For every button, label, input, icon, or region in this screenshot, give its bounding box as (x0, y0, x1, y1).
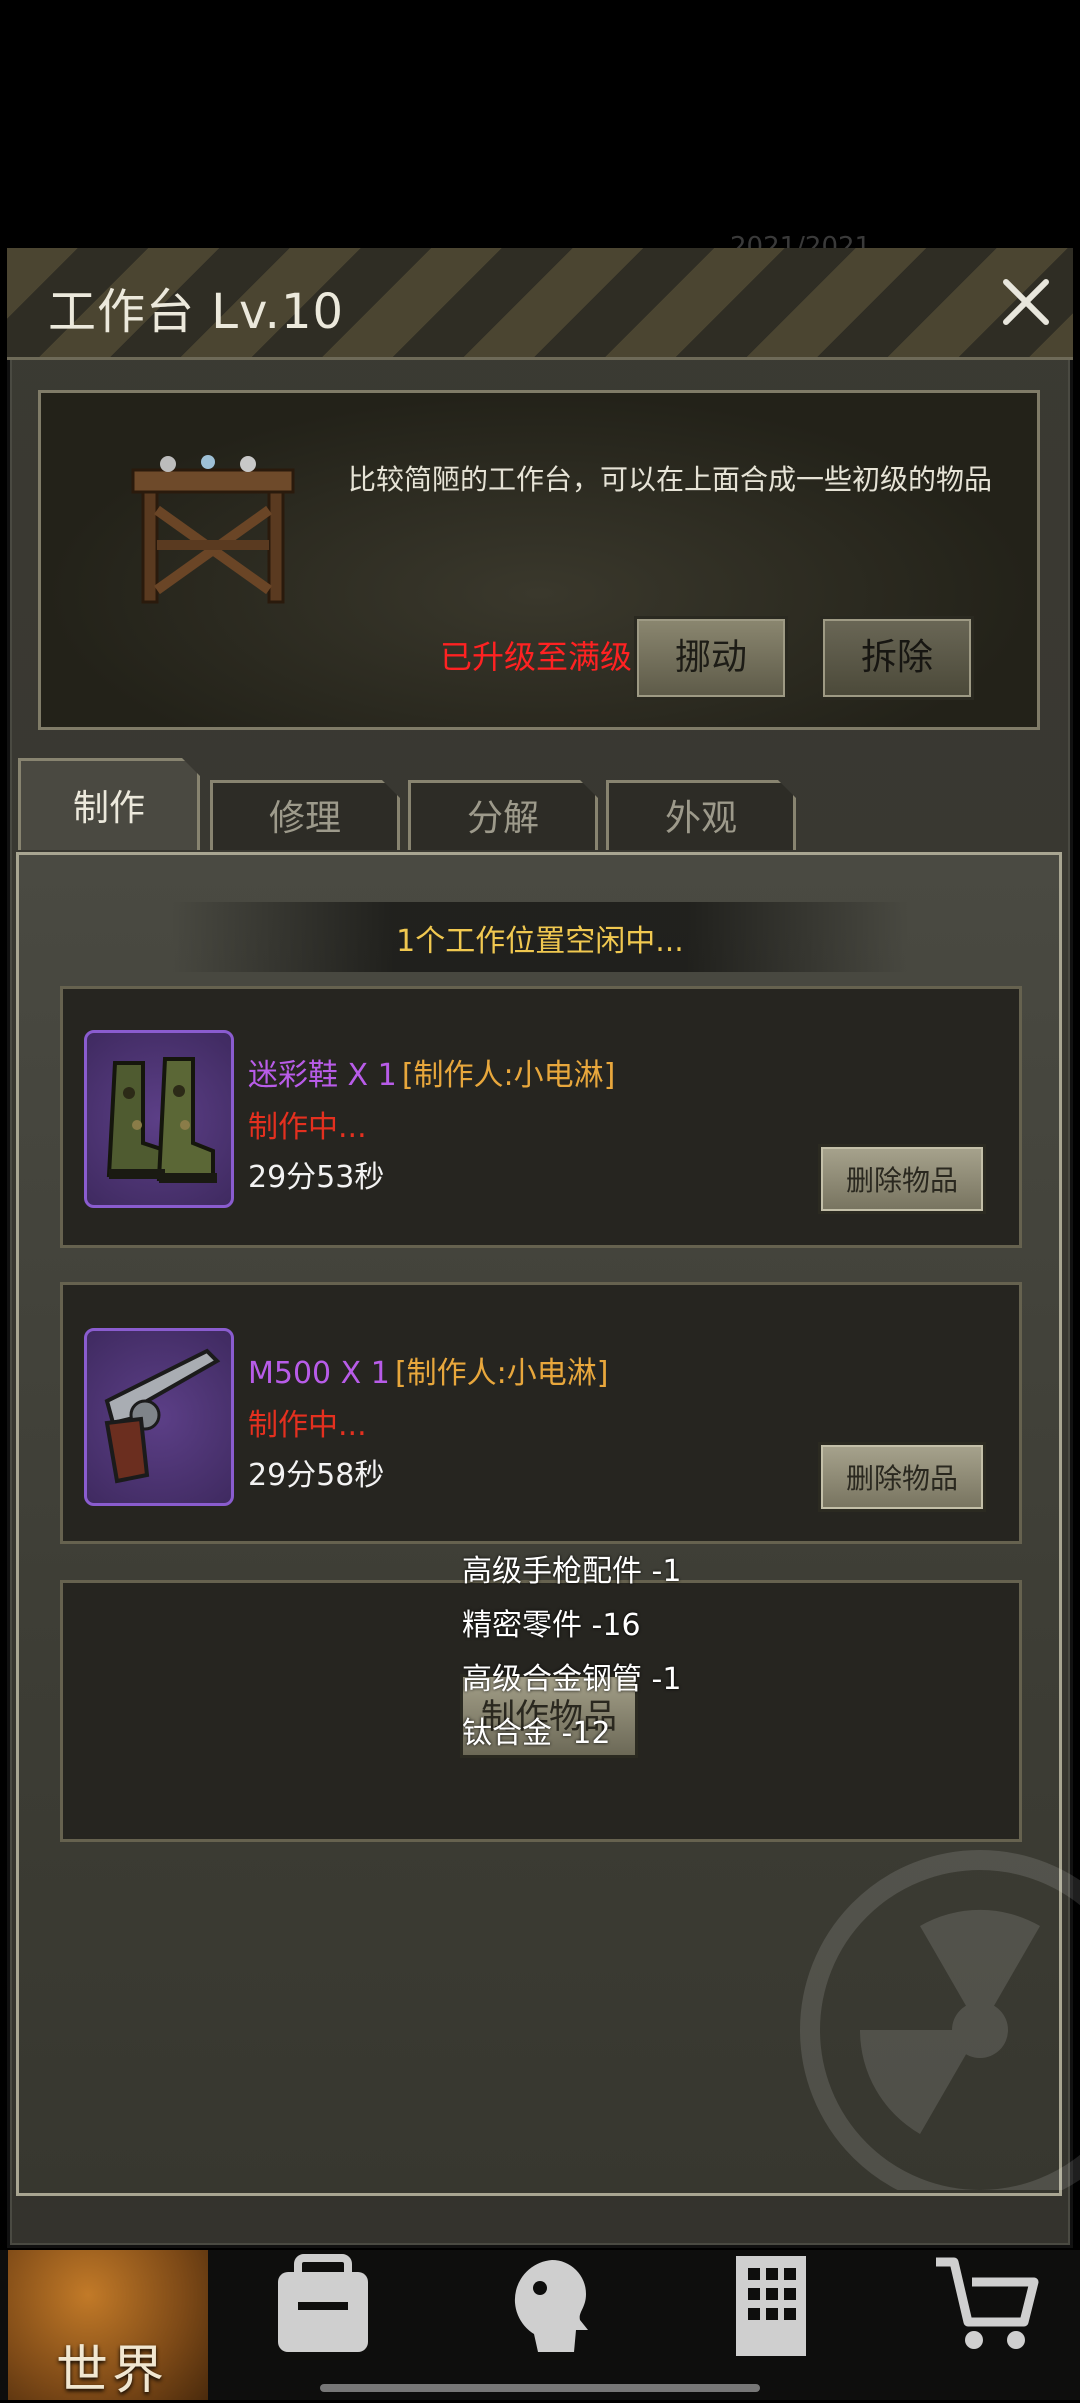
delete-item-button[interactable]: 删除物品 (818, 1144, 986, 1214)
material-cost: 钛合金 -12 (462, 1716, 611, 1751)
nav-world-label: 世界 (56, 2341, 169, 2401)
queue-item-name: M500 X 1 (248, 1356, 390, 1391)
close-icon[interactable] (996, 272, 1056, 332)
tab-repair[interactable]: 修理 (210, 780, 400, 850)
home-indicator[interactable] (320, 2384, 760, 2392)
backpack-icon[interactable] (268, 2252, 378, 2362)
material-cost: 精密零件 -16 (462, 1608, 641, 1643)
tab-decompose[interactable]: 分解 (408, 780, 598, 850)
queue-item-timer: 29分53秒 (248, 1160, 385, 1195)
queue-item-status: 制作中... (248, 1110, 367, 1145)
tab-appearance[interactable]: 外观 (606, 780, 796, 850)
radiation-watermark-icon (780, 1830, 1080, 2190)
building-icon[interactable] (716, 2252, 826, 2362)
queue-item-status: 制作中... (248, 1408, 367, 1443)
queue-item-title: M500 X 1 [制作人:小电淋] (248, 1348, 608, 1392)
queue-item-maker: [制作人:小电淋] (394, 1356, 609, 1391)
panel-title: 工作台 Lv.10 (48, 284, 345, 340)
remove-button[interactable]: 拆除 (820, 616, 974, 700)
revolver-icon (84, 1328, 234, 1506)
material-cost: 高级手枪配件 -1 (462, 1554, 682, 1589)
queue-item-title: 迷彩鞋 X 1 [制作人:小电淋] (248, 1050, 615, 1094)
delete-item-button[interactable]: 删除物品 (818, 1442, 986, 1512)
queue-item-timer: 29分58秒 (248, 1458, 385, 1493)
idle-slots-text: 1个工作位置空闲中... (396, 924, 684, 959)
shop-cart-icon[interactable] (930, 2252, 1040, 2362)
max-level-text: 已升级至满级 (440, 638, 633, 676)
queue-item-name: 迷彩鞋 X 1 (248, 1058, 397, 1093)
camo-boots-icon (84, 1030, 234, 1208)
tab-craft[interactable]: 制作 (18, 758, 200, 850)
character-icon[interactable] (492, 2252, 602, 2362)
queue-item-maker: [制作人:小电淋] (401, 1058, 616, 1093)
material-cost: 高级合金钢管 -1 (462, 1662, 682, 1697)
workbench-description: 比较简陋的工作台，可以在上面合成一些初级的物品 (348, 463, 993, 496)
move-button[interactable]: 挪动 (634, 616, 788, 700)
workbench-icon (128, 450, 298, 610)
